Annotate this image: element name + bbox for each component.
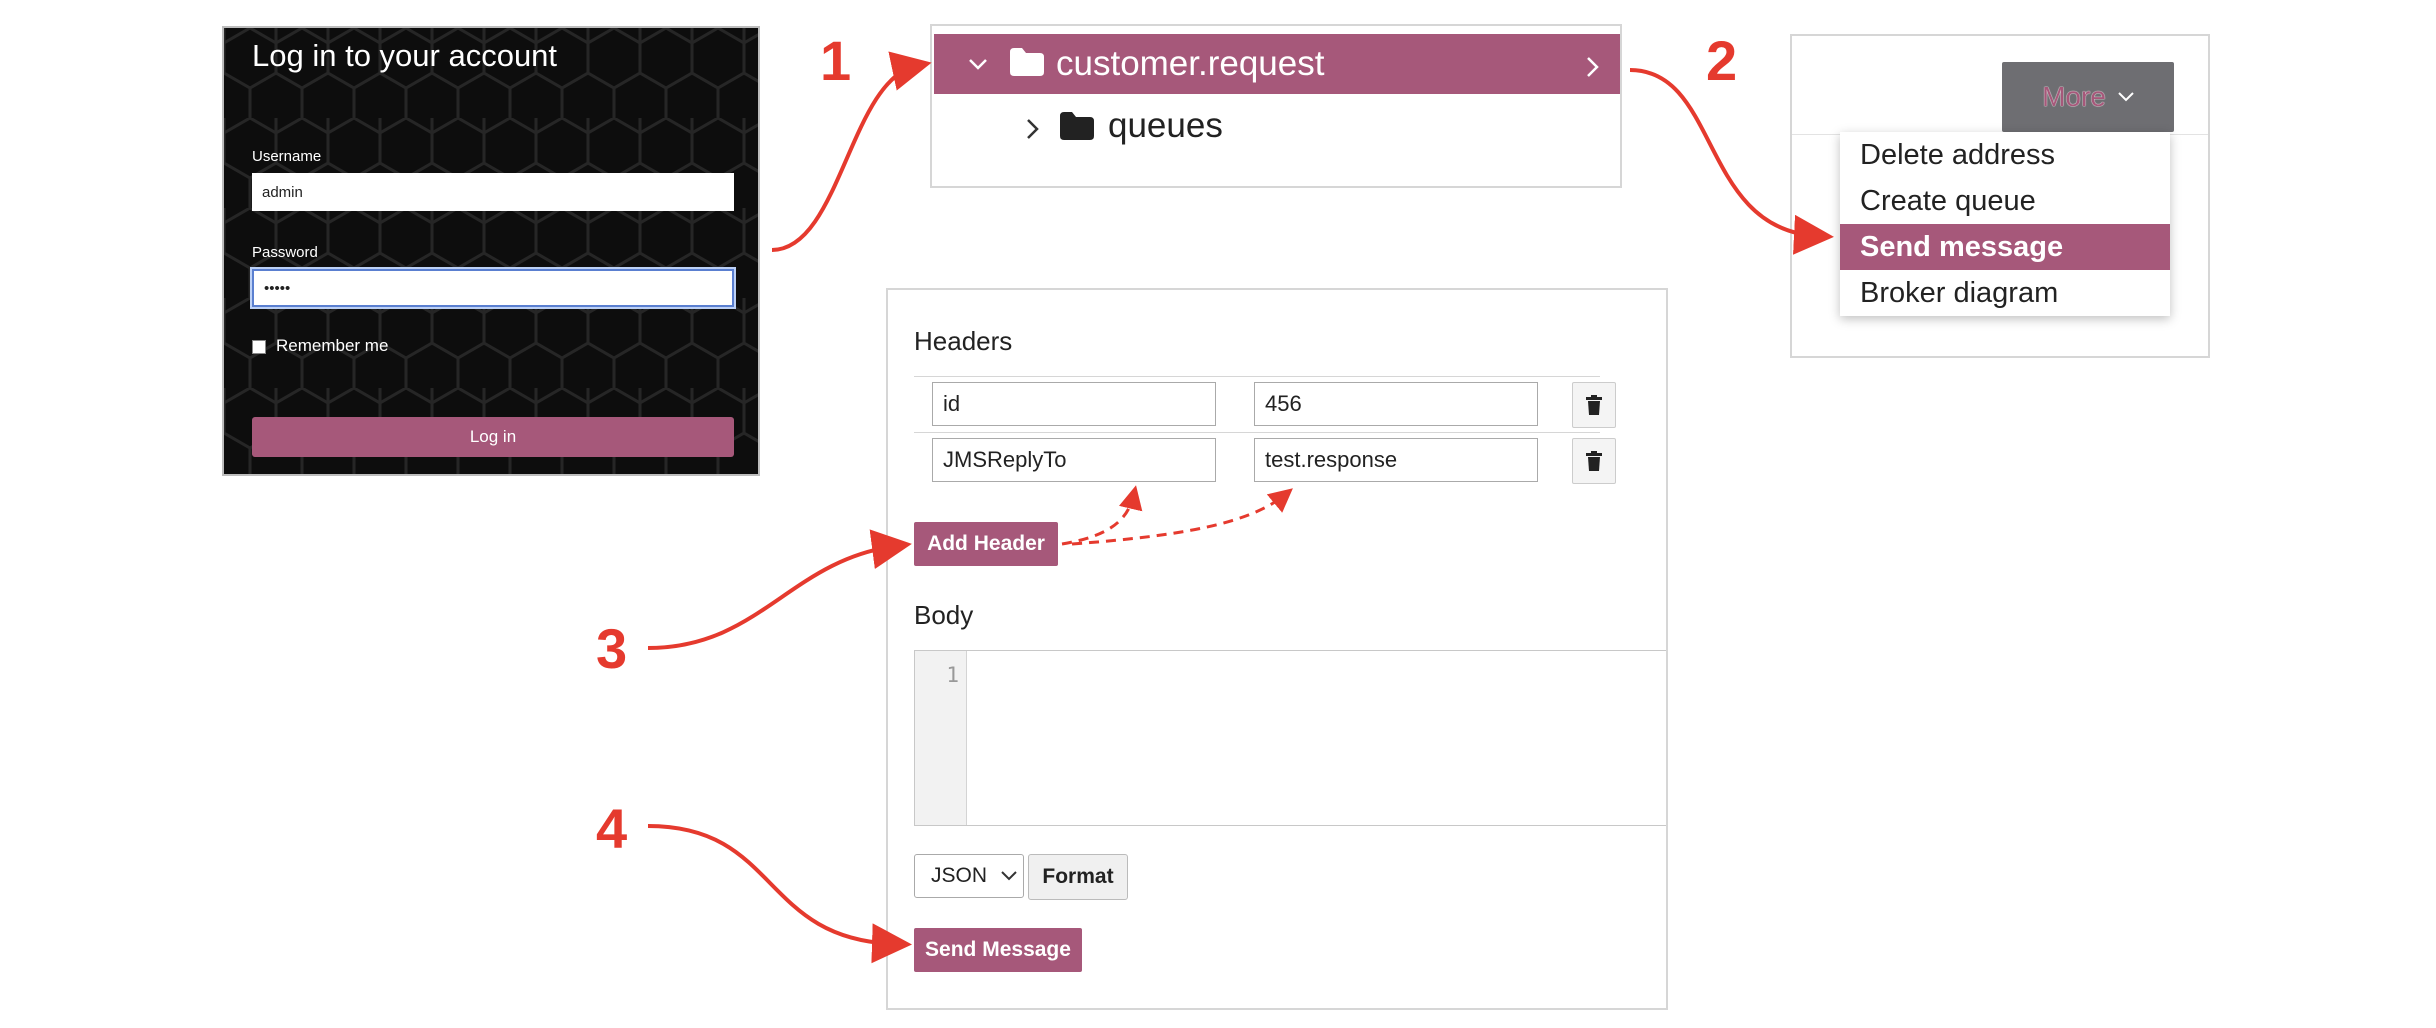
arrow-step-4 xyxy=(647,824,912,964)
step-number-1: 1 xyxy=(820,29,852,92)
step-number-4: 4 xyxy=(596,797,628,860)
arrow-step-1 xyxy=(771,51,932,252)
arrow-step-3 xyxy=(647,529,912,650)
step-number-2: 2 xyxy=(1706,29,1738,92)
arrow-step-2 xyxy=(1629,68,1834,255)
step-number-3: 3 xyxy=(596,617,628,680)
dashed-arrow-key xyxy=(1061,485,1143,546)
dashed-arrow-value xyxy=(1071,488,1293,546)
annotation-arrows xyxy=(647,51,1834,964)
